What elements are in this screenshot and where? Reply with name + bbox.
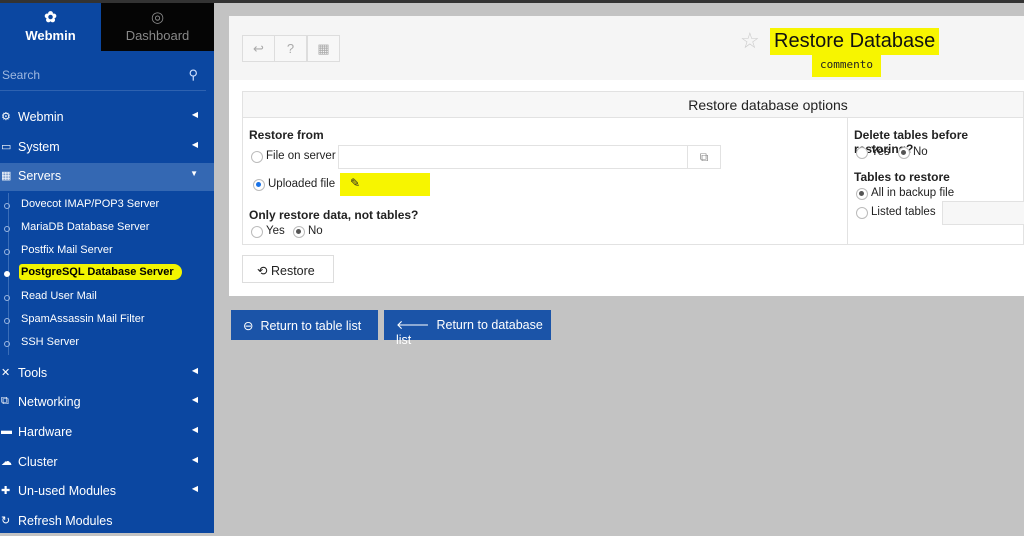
listed-tables-radio[interactable]: Listed tables [856, 206, 936, 219]
only-data-label: Only restore data, not tables? [249, 208, 419, 222]
module-config-button[interactable]: ▦ [307, 35, 340, 62]
history-icon: ⟲ [257, 264, 268, 278]
file-chooser-button[interactable]: ⧉ [687, 145, 721, 169]
tools-icon: ✕ [1, 367, 11, 379]
server-grid-icon: ▦ [1, 170, 12, 182]
chevron-down-icon: ▼ [190, 169, 198, 178]
search-placeholder: Search [2, 68, 41, 82]
search-input[interactable]: Search ⚲ [0, 63, 206, 91]
page-subtitle: commento [812, 55, 881, 77]
chevron-left-icon: ◀ [191, 484, 198, 493]
laptop-icon: ▭ [1, 141, 12, 153]
refresh-icon: ↻ [1, 515, 11, 527]
sidebar-item-system[interactable]: ▭ System ◀ [0, 134, 214, 162]
delete-tables-no-radio[interactable]: No [898, 146, 928, 159]
sidebar-subitem-selected[interactable]: PostgreSQL Database Server [4, 264, 182, 280]
restore-button[interactable]: ⟲ Restore [242, 255, 334, 283]
copy-icon: ⧉ [699, 150, 709, 164]
search-icon[interactable]: ⚲ [188, 67, 198, 83]
tab-webmin[interactable]: ✿ Webmin [0, 3, 101, 51]
sidebar-subitem[interactable]: Postfix Mail Server [4, 244, 113, 256]
sidebar-item-networking[interactable]: ⧉ Networking ◀ [0, 389, 214, 417]
star-icon[interactable]: ☆ [740, 28, 760, 54]
main-panel: ↩ ? ▦ ☆ Restore Database commento Restor… [229, 16, 1024, 296]
tab-label: Dashboard [125, 28, 190, 43]
hardware-icon: ▬ [1, 425, 12, 437]
return-to-database-list-button[interactable]: 🡐 Return to database list [384, 310, 551, 347]
upload-file-button[interactable]: ✎ [340, 173, 430, 196]
sidebar-item-label: Un-used Modules [18, 484, 116, 498]
arrow-left-icon: 🡐 [396, 318, 430, 332]
sidebar-item-label: Servers [18, 169, 62, 183]
chevron-left-icon: ◀ [191, 110, 198, 119]
network-icon: ⧉ [1, 395, 9, 407]
sidebar-item-webmin[interactable]: ⚙ Webmin ◀ [0, 104, 214, 132]
back-button[interactable]: ↩ [242, 35, 275, 62]
sidebar-item-label: Hardware [18, 425, 73, 439]
tab-dashboard[interactable]: ◎ Dashboard [101, 3, 214, 51]
help-button[interactable]: ? [274, 35, 307, 62]
sidebar-item-servers[interactable]: ▦ Servers ▼ [0, 163, 214, 191]
listed-tables-input[interactable] [942, 201, 1024, 225]
sidebar-subitem[interactable]: SSH Server [3, 336, 79, 348]
sidebar-item-label: System [18, 140, 60, 154]
arrow-circle-left-icon: ⊖ [243, 319, 254, 333]
tables-to-restore-label: Tables to restore [854, 170, 950, 184]
chevron-left-icon: ◀ [191, 395, 198, 404]
sidebar: ✿ Webmin ◎ Dashboard Search ⚲ ⚙ Webmin ◀ ▭ Sys… [0, 3, 214, 533]
chevron-left-icon: ◀ [191, 366, 198, 375]
sidebar-item-unused-modules[interactable]: ✚ Un-used Modules ◀ [0, 478, 214, 506]
chevron-left-icon: ◀ [191, 140, 198, 149]
chevron-left-icon: ◀ [191, 455, 198, 464]
uploaded-file-radio[interactable]: Uploaded file [253, 178, 335, 191]
paperclip-icon: ✎ [350, 176, 361, 190]
restore-options-box: Restore database options Restore from Fi… [242, 91, 1024, 245]
sidebar-item-label: Webmin [18, 110, 64, 124]
restore-label: Restore [270, 264, 315, 278]
sidebar-item-hardware[interactable]: ▬ Hardware ◀ [0, 419, 214, 447]
file-on-server-radio[interactable]: File on server [251, 150, 336, 163]
only-data-yes-radio[interactable]: Yes [251, 225, 285, 238]
tab-label: Webmin [25, 28, 76, 43]
sidebar-item-refresh-modules[interactable]: ↻ Refresh Modules [0, 508, 214, 536]
sidebar-subitem[interactable]: MariaDB Database Server [3, 221, 149, 233]
sidebar-subitem[interactable]: Read User Mail [4, 290, 97, 302]
section-title: Restore database options [243, 92, 1023, 118]
chevron-left-icon: ◀ [191, 425, 198, 434]
return-to-table-list-button[interactable]: ⊖ Return to table list [231, 310, 378, 340]
sidebar-item-label: Tools [18, 366, 48, 380]
page-header: ↩ ? ▦ ☆ Restore Database commento [229, 16, 1024, 80]
only-data-no-radio[interactable]: No [293, 225, 323, 238]
sidebar-subitem[interactable]: SpamAssassin Mail Filter [3, 313, 144, 325]
sidebar-item-tools[interactable]: ✕ Tools ◀ [0, 360, 214, 388]
column-divider [847, 118, 848, 245]
sidebar-item-label: Networking [18, 395, 81, 409]
cluster-icon: ☁ [1, 456, 12, 468]
restore-from-label: Restore from [249, 128, 324, 142]
sidebar-subitem[interactable]: Dovecot IMAP/POP3 Server [3, 198, 159, 210]
webmin-logo-icon: ✿ [44, 9, 57, 26]
delete-tables-yes-radio[interactable]: Yes [856, 146, 890, 159]
dashboard-gauge-icon: ◎ [150, 9, 165, 26]
puzzle-icon: ✚ [1, 485, 11, 497]
sidebar-item-label: Refresh Modules [18, 514, 113, 528]
sidebar-item-cluster[interactable]: ☁ Cluster ◀ [0, 449, 214, 477]
all-in-backup-radio[interactable]: All in backup file [856, 187, 954, 200]
page-title: Restore Database [770, 28, 940, 55]
gear-icon: ⚙ [1, 111, 11, 123]
server-file-input[interactable] [338, 145, 688, 169]
sidebar-item-label: Cluster [18, 455, 58, 469]
button-label: Return to table list [260, 319, 362, 333]
